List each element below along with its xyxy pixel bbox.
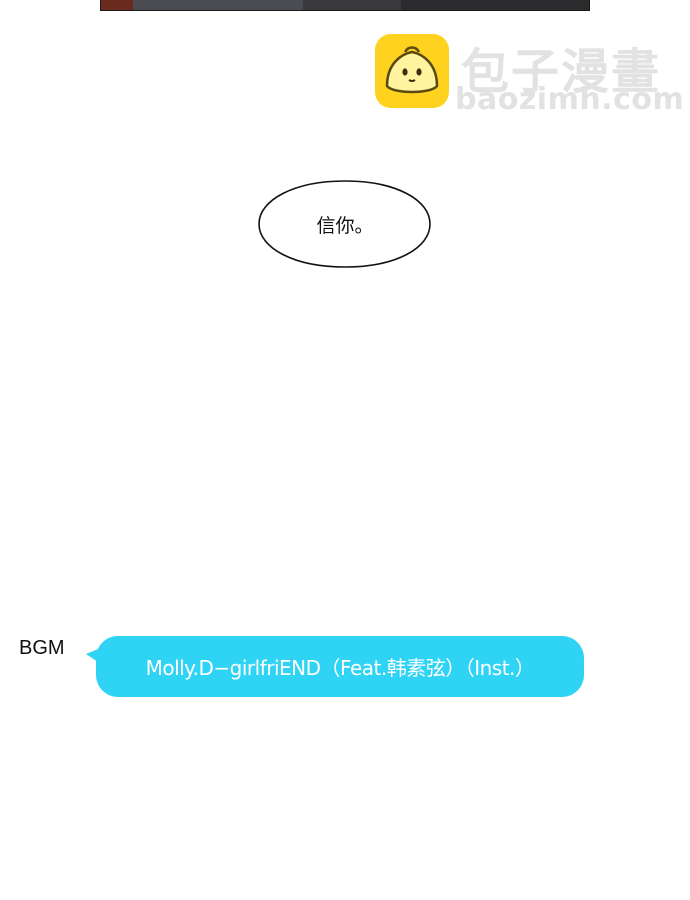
bgm-song-title: Molly.D−girlfriEND（Feat.韩素弦）（Inst.） (145, 656, 535, 680)
watermark-url: baozimh.com (455, 82, 685, 117)
watermark-logo: 包子漫畫 baozimh.com (375, 34, 684, 117)
speech-bubble: 信你。 (256, 178, 434, 270)
previous-panel-edge (100, 0, 590, 11)
bgm-label: BGM (19, 637, 65, 659)
steamed-bun-icon (375, 34, 449, 108)
speech-bubble-text: 信你。 (316, 214, 374, 237)
